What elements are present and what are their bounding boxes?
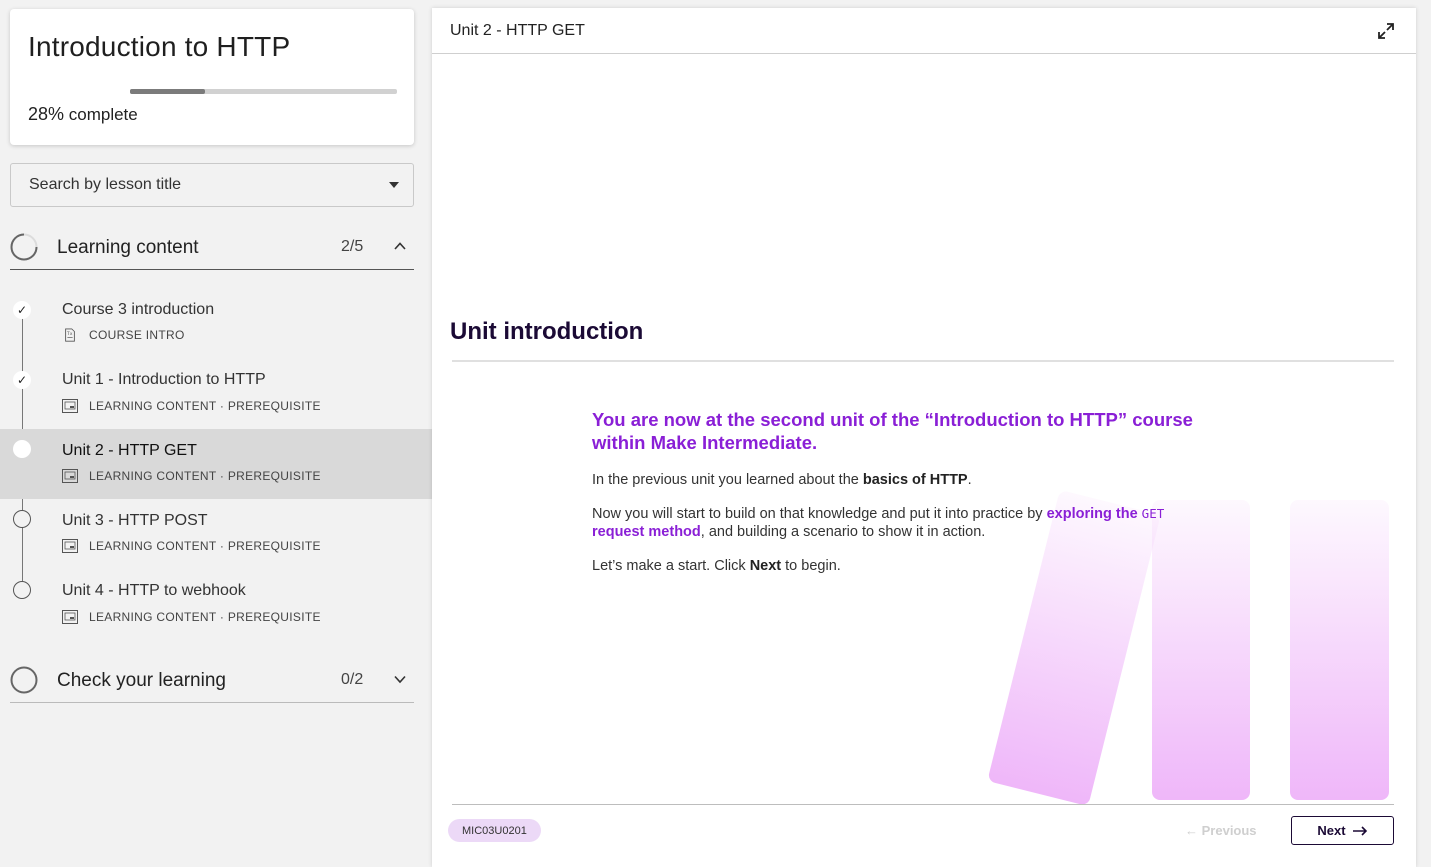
next-button[interactable]: Next bbox=[1291, 816, 1394, 845]
lesson-meta-text: LEARNING CONTENT · PREREQUISITE bbox=[89, 399, 321, 413]
lesson-title: Unit 1 - Introduction to HTTP bbox=[62, 371, 266, 388]
progress-bar-fill bbox=[130, 89, 205, 94]
lesson-meta: LEARNING CONTENT · PREREQUISITE bbox=[62, 399, 321, 413]
heading-divider bbox=[452, 360, 1394, 362]
lesson-title: Course 3 introduction bbox=[62, 301, 215, 318]
caret-down-icon bbox=[389, 182, 399, 188]
paragraph-2: Now you will start to build on that know… bbox=[592, 506, 1165, 540]
search-placeholder: Search by lesson title bbox=[29, 176, 182, 193]
check-icon: ✓ bbox=[13, 371, 31, 389]
paragraph-3: Let’s make a start. Click Next to begin. bbox=[592, 558, 841, 574]
lesson-header: Unit 2 - HTTP GET bbox=[432, 8, 1416, 54]
lesson-meta: LEARNING CONTENT · PREREQUISITE bbox=[62, 539, 321, 553]
lesson-meta: LEARNING CONTENT · PREREQUISITE bbox=[62, 610, 321, 624]
lesson-title: Unit 2 - HTTP GET bbox=[62, 442, 197, 459]
previous-button[interactable]: ← Previous bbox=[1185, 823, 1257, 838]
lesson-meta-text: LEARNING CONTENT · PREREQUISITE bbox=[89, 469, 321, 483]
chevron-down-icon[interactable] bbox=[393, 672, 407, 686]
lesson-viewer: Unit 2 - HTTP GET Unit introduction You … bbox=[432, 8, 1416, 867]
section-title: Check your learning bbox=[57, 670, 226, 691]
lesson-item-course-3-introduction[interactable]: ✓ Course 3 introduction Tx COURSE INTRO bbox=[0, 288, 432, 358]
progress-suffix: complete bbox=[64, 105, 138, 124]
slides-icon bbox=[62, 469, 78, 483]
progress-value: 28% bbox=[28, 104, 65, 124]
lesson-item-unit-3[interactable]: Unit 3 - HTTP POST LEARNING CONTENT · PR… bbox=[0, 499, 432, 569]
lesson-item-unit-4[interactable]: Unit 4 - HTTP to webhook LEARNING CONTEN… bbox=[0, 569, 432, 639]
course-title: Introduction to HTTP bbox=[28, 31, 291, 62]
section-header-learning-content[interactable]: Learning content 2/5 bbox=[10, 224, 414, 270]
document-icon: Tx bbox=[65, 328, 75, 342]
expand-fullscreen-icon[interactable] bbox=[1376, 21, 1396, 41]
lesson-header-title: Unit 2 - HTTP GET bbox=[450, 22, 585, 39]
lesson-code-badge: MIC03U0201 bbox=[448, 819, 541, 842]
paragraph-1: In the previous unit you learned about t… bbox=[592, 472, 972, 488]
svg-text:Tx: Tx bbox=[66, 331, 73, 337]
lesson-meta-text: LEARNING CONTENT · PREREQUISITE bbox=[89, 539, 321, 553]
chevron-up-icon[interactable] bbox=[393, 239, 407, 253]
lesson-meta-text: COURSE INTRO bbox=[89, 328, 185, 342]
lesson-search-select[interactable]: Search by lesson title bbox=[10, 163, 414, 207]
section-title: Learning content bbox=[57, 237, 199, 258]
decor-bar-3 bbox=[1290, 500, 1389, 800]
incomplete-circle-icon bbox=[13, 510, 31, 528]
lesson-title: Unit 3 - HTTP POST bbox=[62, 512, 208, 529]
section-count: 0/2 bbox=[341, 671, 364, 688]
slides-icon bbox=[62, 399, 78, 413]
slides-icon bbox=[62, 539, 78, 553]
lesson-content: You are now at the second unit of the “I… bbox=[592, 408, 1222, 575]
lesson-meta-text: LEARNING CONTENT · PREREQUISITE bbox=[89, 610, 321, 624]
lesson-meta: LEARNING CONTENT · PREREQUISITE bbox=[62, 469, 321, 483]
check-icon: ✓ bbox=[13, 301, 31, 319]
lesson-item-unit-2-current[interactable]: Unit 2 - HTTP GET LEARNING CONTENT · PRE… bbox=[0, 429, 432, 499]
course-card: Introduction to HTTP 28% complete bbox=[10, 9, 414, 145]
section-progress-ring-icon bbox=[10, 666, 38, 694]
progress-text: 28% complete bbox=[28, 104, 138, 125]
section-header-check-your-learning[interactable]: Check your learning 0/2 bbox=[10, 657, 414, 703]
arrow-right-icon bbox=[1352, 825, 1367, 836]
slides-icon bbox=[62, 610, 78, 624]
section-progress-ring-icon bbox=[10, 233, 38, 261]
lesson-item-unit-1[interactable]: ✓ Unit 1 - Introduction to HTTP LEARNING… bbox=[0, 358, 432, 428]
next-label: Next bbox=[1317, 823, 1346, 838]
previous-label: Previous bbox=[1201, 823, 1257, 838]
unit-heading: Unit introduction bbox=[450, 318, 644, 345]
current-lesson-dot-icon bbox=[13, 440, 31, 458]
lead-text: You are now at the second unit of the “I… bbox=[592, 409, 1193, 453]
section-count: 2/5 bbox=[341, 238, 364, 255]
lesson-title: Unit 4 - HTTP to webhook bbox=[62, 582, 246, 599]
incomplete-circle-icon bbox=[13, 581, 31, 599]
footer-divider bbox=[452, 804, 1394, 805]
lesson-meta: Tx COURSE INTRO bbox=[62, 328, 185, 342]
progress-bar bbox=[130, 89, 397, 94]
